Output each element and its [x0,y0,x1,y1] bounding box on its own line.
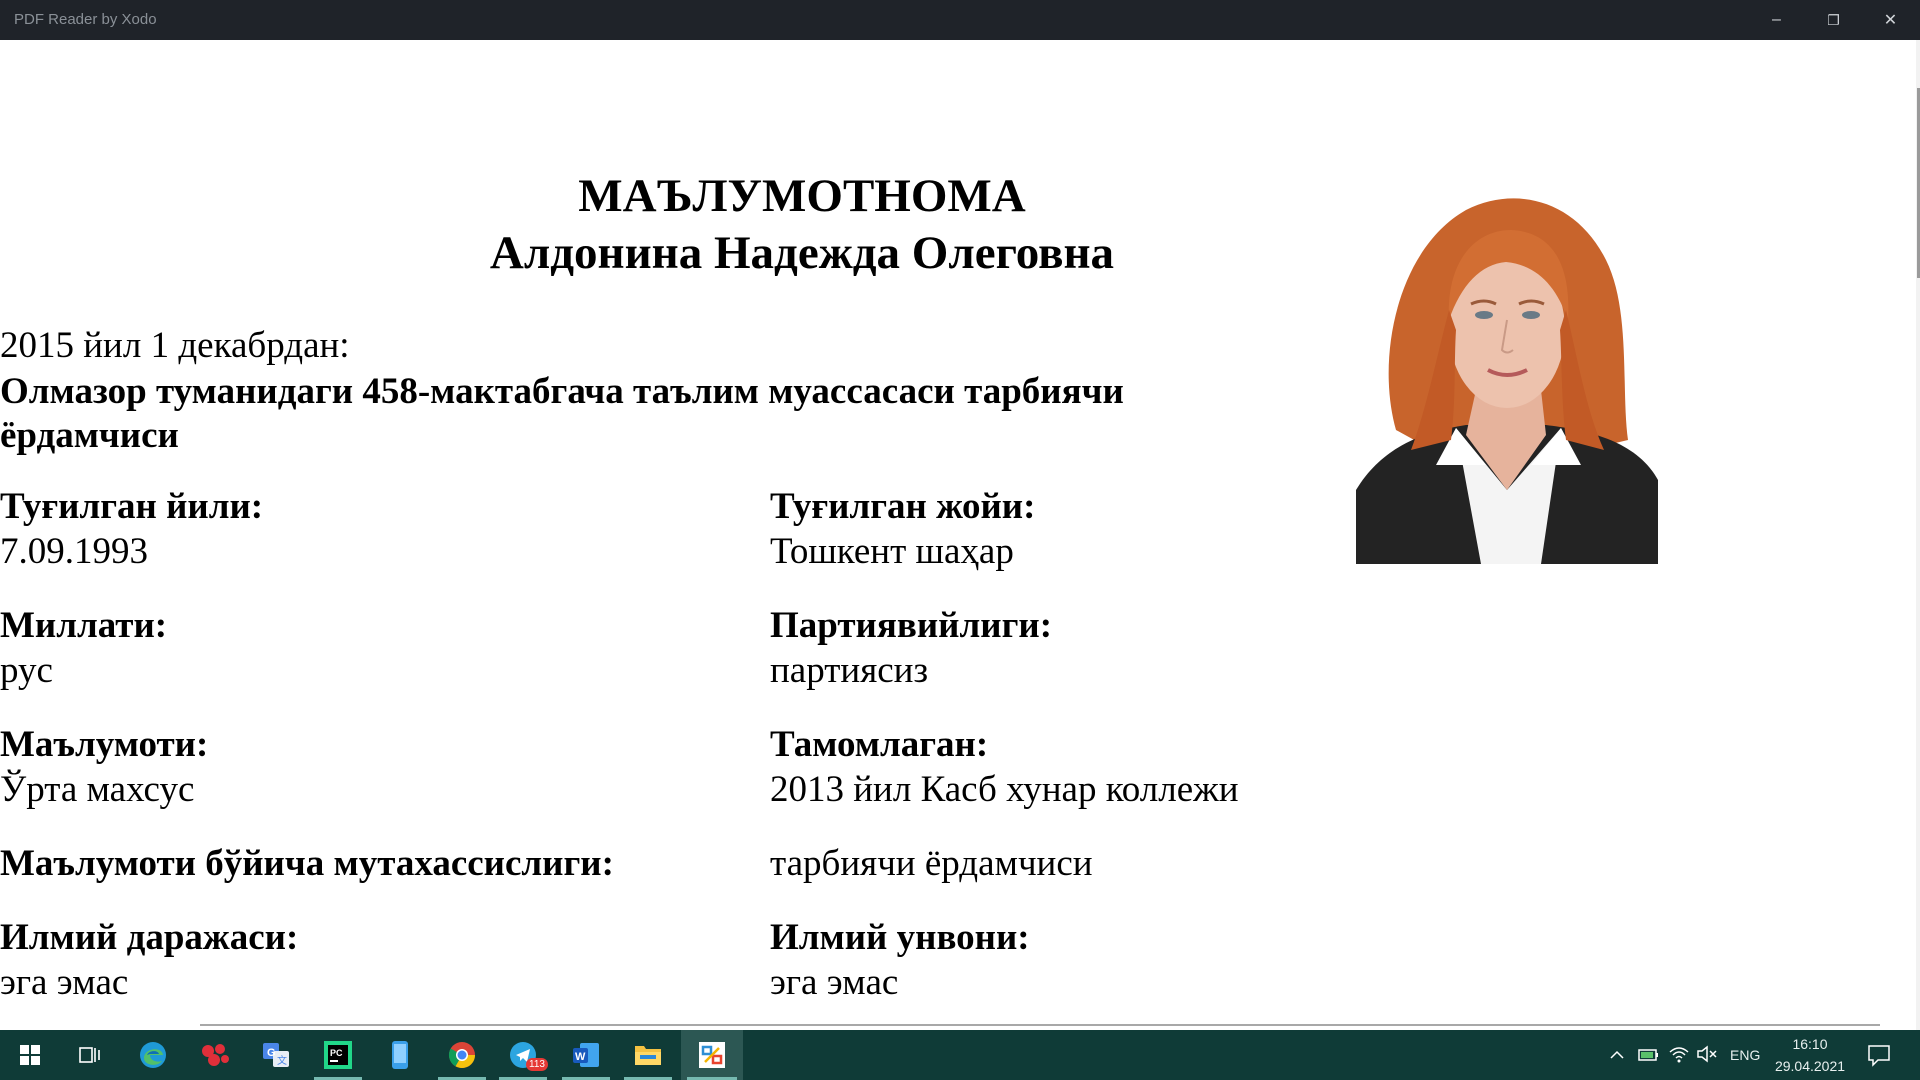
portrait-photo [1356,190,1658,564]
chevron-up-icon [1610,1050,1624,1059]
clock-time: 16:10 [1792,1036,1828,1052]
since-date-line: 2015 йил 1 декабрдан: [0,325,350,366]
task-view-icon [79,1047,100,1063]
position-line-2: ёрдамчиси [0,415,179,456]
pycharm-icon: PC [324,1041,352,1069]
close-icon: ✕ [1883,12,1898,29]
birth-place-value: Тошкент шаҳар [770,531,1014,572]
volume-muted-icon [1697,1045,1717,1063]
telegram-button[interactable]: 113 [493,1030,553,1080]
page-bottom-divider [200,1024,1880,1026]
position-line-1: Олмазор туманидаги 458-мактабгача таълим… [0,371,1124,412]
svg-text:W: W [575,1051,586,1063]
clock[interactable]: 16:10 29.04.2021 [1760,1033,1860,1077]
specialty-label: Маълумоти бўйича мутахассислиги: [0,843,614,884]
show-hidden-icons-button[interactable] [1608,1046,1626,1064]
rank-value: эга эмас [770,962,899,1003]
birth-year-label: Туғилган йили: [0,486,264,527]
file-explorer-button[interactable] [618,1030,678,1080]
graduated-label: Тамомлаган: [770,724,989,765]
education-label: Маълумоти: [0,724,209,765]
start-button[interactable] [0,1030,60,1080]
svg-text:文: 文 [277,1054,287,1067]
degree-label: Илмий даражаси: [0,917,299,958]
red-app-button[interactable] [185,1030,245,1080]
svg-text:PC: PC [330,1048,343,1058]
xodo-icon [699,1042,725,1068]
birth-place-label: Туғилган жойи: [770,486,1036,527]
edge-icon [140,1042,166,1068]
edge-button[interactable] [123,1030,183,1080]
phone-app-button[interactable] [370,1030,430,1080]
translate-icon: G 文 [263,1043,289,1067]
word-button[interactable]: W [556,1030,616,1080]
restore-icon: ❐ [1827,11,1840,28]
molecule-icon [202,1044,229,1066]
battery-icon [1638,1049,1658,1061]
chrome-button[interactable] [432,1030,492,1080]
action-center-button[interactable] [1866,1042,1892,1073]
close-button[interactable]: ✕ [1862,0,1919,40]
graduated-value: 2013 йил Касб хунар коллежи [770,769,1239,810]
network-button[interactable] [1668,1044,1690,1069]
degree-value: эга эмас [0,962,129,1003]
birth-year-value: 7.09.1993 [0,531,148,572]
telegram-unread-badge: 113 [526,1058,548,1071]
pdf-page: МАЪЛУМОТНОМА Алдонина Надежда Олеговна 2… [0,40,1918,1030]
notification-icon [1868,1045,1890,1067]
minimize-button[interactable]: – [1748,0,1805,40]
volume-button[interactable] [1696,1044,1718,1069]
phone-icon [392,1041,408,1069]
input-language-indicator[interactable]: ENG [1730,1047,1760,1063]
nationality-label: Миллати: [0,605,168,646]
window-title-bar: PDF Reader by Xodo – ❐ ✕ [0,0,1920,40]
party-value: партиясиз [770,650,929,691]
restore-button[interactable]: ❐ [1805,0,1862,40]
nationality-value: рус [0,650,53,691]
vertical-scrollbar[interactable] [1916,40,1920,1030]
app-title: PDF Reader by Xodo [14,11,157,28]
party-label: Партиявийлиги: [770,605,1053,646]
clock-date: 29.04.2021 [1774,1058,1846,1074]
chrome-icon [448,1042,476,1069]
word-icon: W [573,1043,599,1067]
portrait-drawing [1356,190,1658,564]
google-translate-button[interactable]: G 文 [246,1030,306,1080]
specialty-value: тарбиячи ёрдамчиси [770,843,1093,884]
folder-icon [635,1046,661,1065]
battery-button[interactable] [1638,1045,1660,1070]
task-view-button[interactable] [60,1030,120,1080]
pycharm-button[interactable]: PC [308,1030,368,1080]
minimize-icon: – [1772,11,1781,28]
taskbar: G 文 PC 113 W ENG 16:10 29.04.2021 [0,1030,1920,1080]
windows-logo-icon [20,1045,40,1065]
rank-label: Илмий унвони: [770,917,1030,958]
svg-text:G: G [267,1047,276,1059]
education-value: Ўрта махсус [0,769,195,810]
xodo-button[interactable] [681,1030,743,1080]
wifi-icon [1669,1047,1689,1063]
